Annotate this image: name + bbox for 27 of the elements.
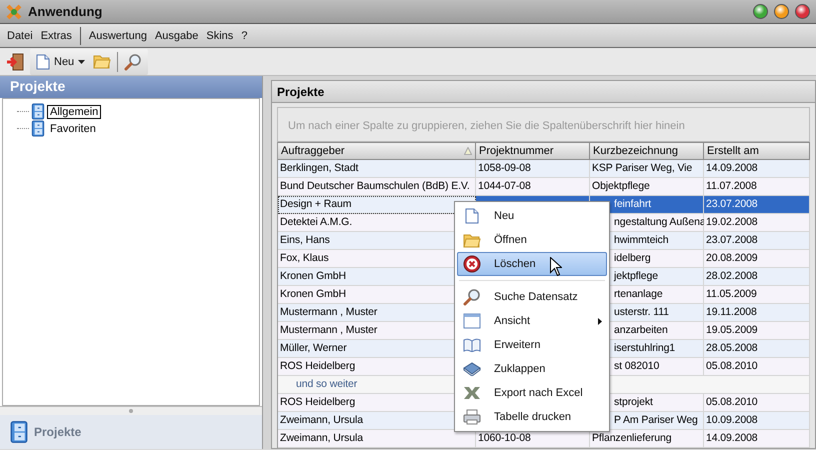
table-cell: Zweimann, Ursula	[278, 430, 476, 448]
group-by-hint: Um nach einer Spalte zu gruppieren, ziehen Sie die Spaltenüberschrift hier hinein	[277, 107, 810, 142]
table-cell: 19.11.2008	[704, 304, 810, 322]
table-cell: Design + Raum	[278, 196, 476, 214]
table-cell: 19.02.2008	[704, 214, 810, 232]
table-cell: 11.05.2009	[704, 286, 810, 304]
window-title: Anwendung	[28, 4, 104, 19]
table-cell: 28.02.2008	[704, 268, 810, 286]
table-cell: Pflanzenlieferung	[590, 430, 704, 448]
table-cell: 23.07.2008	[704, 232, 810, 250]
table-cell: Bund Deutscher Baumschulen (BdB) E.V.	[278, 178, 476, 196]
table-cell: 23.07.2008	[704, 196, 810, 214]
table-cell: 1058-09-08	[476, 160, 590, 178]
table-cell: 28.05.2008	[704, 340, 810, 358]
table-cell: KSP Pariser Weg, Vie	[590, 160, 704, 178]
table-cell: 20.08.2009	[704, 250, 810, 268]
table-cell: 1044-07-08	[476, 178, 590, 196]
table-cell: 14.09.2008	[704, 160, 810, 178]
table-cell: 11.07.2008	[704, 178, 810, 196]
table-cell: 05.08.2010	[704, 358, 810, 376]
table-cell: Berklingen, Stadt	[278, 160, 476, 178]
table-cell: 14.09.2008	[704, 430, 810, 448]
table-cell: 19.05.2009	[704, 322, 810, 340]
table-cell: 10.09.2008	[704, 412, 810, 430]
table-cell: Objektpflege	[590, 178, 704, 196]
table-cell: 05.08.2010	[704, 394, 810, 412]
panel-title: Projekte	[0, 76, 262, 98]
